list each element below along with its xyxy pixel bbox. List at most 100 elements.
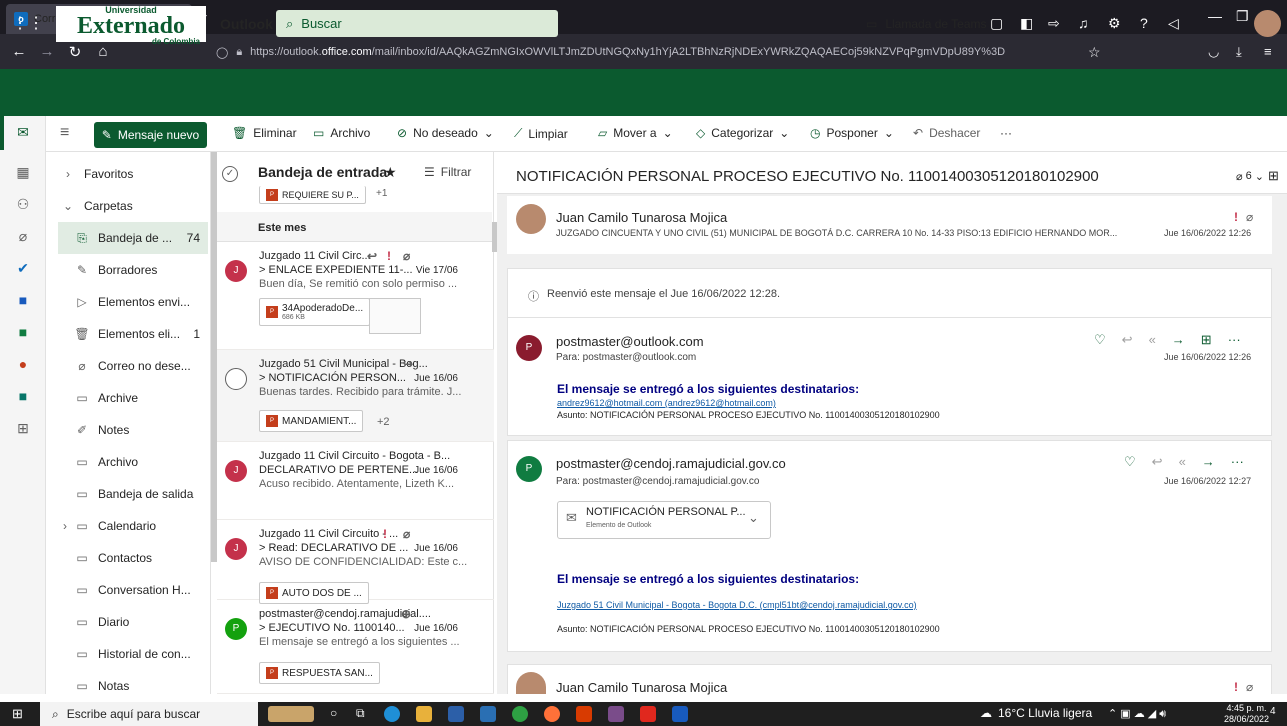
- attachment-thumbnail[interactable]: [369, 298, 421, 334]
- system-tray-icons[interactable]: ⌃ ▣ ☁ ◢ 🔊︎: [1108, 707, 1166, 721]
- folder-item[interactable]: 🗑︎ Elementos eli... 1: [58, 318, 208, 350]
- more-attachments[interactable]: +2: [377, 416, 390, 428]
- like-icon[interactable]: ♡: [1094, 332, 1106, 348]
- office-icon[interactable]: [576, 706, 592, 722]
- folder-item[interactable]: › ▭ Calendario: [58, 510, 208, 542]
- attachment-chip[interactable]: P 34ApoderadoDe... 686 KB: [259, 298, 371, 326]
- recipient-link[interactable]: andrez9612@hotmail.com (andrez9612@hotma…: [557, 398, 776, 408]
- forward-circle-icon[interactable]: ⊕: [401, 607, 411, 621]
- folder-item[interactable]: ▭ Historial de con...: [58, 638, 208, 670]
- undo-button[interactable]: ↶ Deshacer: [913, 126, 980, 140]
- folder-item[interactable]: ▭ Archive: [58, 382, 208, 414]
- reply-all-icon[interactable]: «: [1149, 332, 1156, 348]
- more-apps-icon[interactable]: ⊞: [0, 420, 46, 437]
- url-bar[interactable]: ◯ 🔒︎ https://outlook.office.com/mail/inb…: [216, 40, 1116, 64]
- attachment-chip[interactable]: P MANDAMIENT...: [259, 410, 364, 432]
- my-day-icon[interactable]: ◧: [1020, 15, 1033, 32]
- more-icon[interactable]: ···: [1231, 454, 1244, 470]
- select-radio[interactable]: [225, 368, 247, 390]
- forward-icon[interactable]: →: [36, 43, 58, 60]
- more-attachments[interactable]: +1: [376, 188, 387, 199]
- megaphone-icon[interactable]: ◁: [1168, 15, 1179, 32]
- teams-call-button[interactable]: ▭ Llamada de Teams: [866, 17, 987, 31]
- mail-icon[interactable]: ✉: [0, 124, 46, 141]
- more-actions-button[interactable]: ···: [1000, 126, 1012, 140]
- word-taskbar-icon[interactable]: [672, 706, 688, 722]
- folder-item[interactable]: ▭ Bandeja de salida: [58, 478, 208, 510]
- sweep-button[interactable]: ⟋ Limpiar: [514, 126, 568, 141]
- list-item[interactable]: J Juzgado 11 Civil Circuito - ... > Read…: [217, 520, 494, 604]
- attach-icon[interactable]: ⌀: [0, 228, 46, 245]
- more-icon[interactable]: ···: [1228, 332, 1241, 348]
- notification-badge[interactable]: 4: [1270, 706, 1276, 717]
- chevron-down-icon[interactable]: ⌄: [748, 510, 759, 526]
- folder-item[interactable]: ⎘ Bandeja de ... 74: [58, 222, 208, 254]
- file-explorer-icon[interactable]: [416, 706, 432, 722]
- reply-all-icon[interactable]: «: [1179, 454, 1186, 470]
- feedback-icon[interactable]: ⇨: [1048, 15, 1060, 32]
- junk-button[interactable]: ⊘ No deseado ⌄: [397, 126, 494, 140]
- avatar[interactable]: [1254, 10, 1281, 37]
- app-launcher-icon[interactable]: ⋮⋮: [12, 13, 44, 33]
- taskbar-clock[interactable]: 4:45 p. m. 28/06/2022: [1224, 703, 1269, 725]
- list-item[interactable]: P postmaster@cendoj.ramajudicial.... > E…: [217, 600, 494, 694]
- important-icon[interactable]: !: [387, 249, 391, 263]
- acrobat-icon[interactable]: [640, 706, 656, 722]
- firefox-icon[interactable]: [544, 706, 560, 722]
- attachment-chip[interactable]: P REQUIERE SU P...: [259, 186, 366, 204]
- sway-icon[interactable]: ■: [0, 388, 46, 404]
- move-to-button[interactable]: ▱ Mover a ⌄: [598, 126, 673, 140]
- bell-icon[interactable]: ♫: [1078, 15, 1089, 31]
- favorites-header[interactable]: › Favoritos: [58, 158, 208, 190]
- delete-button[interactable]: 🗑︎ Eliminar: [232, 126, 297, 140]
- store-icon[interactable]: [448, 706, 464, 722]
- reply-icon[interactable]: ↩: [1122, 332, 1133, 348]
- snooze-button[interactable]: ◷ Posponer ⌄: [810, 126, 894, 140]
- chat-icon[interactable]: ▢: [990, 15, 1003, 32]
- excel-icon[interactable]: ■: [0, 324, 46, 340]
- powerpoint-icon[interactable]: ●: [0, 356, 46, 372]
- list-item[interactable]: J Juzgado 11 Civil Circuito - Bogota - B…: [217, 442, 494, 520]
- attachment-chip[interactable]: P RESPUESTA SAN...: [259, 662, 380, 684]
- todo-icon[interactable]: ✔: [0, 260, 46, 277]
- app-name[interactable]: Outlook: [220, 16, 273, 32]
- cortana-icon[interactable]: ○: [330, 706, 337, 720]
- attach-icon[interactable]: ⌀: [403, 249, 410, 263]
- important-icon[interactable]: !: [383, 527, 387, 541]
- favorite-star-icon[interactable]: ★: [384, 164, 397, 181]
- folder-item[interactable]: ▭ Contactos: [58, 542, 208, 574]
- app-icon[interactable]: [608, 706, 624, 722]
- thread-count[interactable]: ⌀ 6 ⌄: [1236, 170, 1264, 183]
- mail-app-icon[interactable]: [480, 706, 496, 722]
- chrome-icon[interactable]: [512, 706, 528, 722]
- help-icon[interactable]: ?: [1140, 15, 1148, 31]
- folder-item[interactable]: ⌀ Correo no dese...: [58, 350, 208, 382]
- new-mail-button[interactable]: ✎ Mensaje nuevo: [94, 122, 207, 148]
- filter-button[interactable]: ☰ Filtrar: [424, 165, 471, 179]
- pocket-icon[interactable]: ◡: [1208, 44, 1219, 60]
- folder-item[interactable]: ▭ Archivo: [58, 446, 208, 478]
- reply-icon[interactable]: ↩: [367, 249, 377, 263]
- list-item[interactable]: J Juzgado 11 Civil Circ... > ENLACE EXPE…: [217, 242, 494, 350]
- forward-icon[interactable]: →: [1202, 454, 1215, 470]
- like-icon[interactable]: ♡: [1124, 454, 1136, 470]
- minimize-icon[interactable]: —: [1208, 8, 1222, 24]
- weather-widget[interactable]: ☁ 16°C Lluvia ligera: [980, 706, 1092, 720]
- list-item[interactable]: Juzgado 51 Civil Municipal - Bog... > NO…: [217, 350, 494, 442]
- folder-item[interactable]: ▭ Conversation H...: [58, 574, 208, 606]
- calendar-icon[interactable]: ▦: [0, 164, 46, 181]
- search-highlight-icon[interactable]: [268, 706, 314, 722]
- download-icon[interactable]: ⤓: [1236, 44, 1242, 60]
- reply-icon[interactable]: ↩: [1152, 454, 1163, 470]
- people-icon[interactable]: ⚇: [0, 196, 46, 213]
- folders-header[interactable]: ⌄ Carpetas: [58, 190, 208, 222]
- folder-item[interactable]: ▭ Notas: [58, 670, 208, 702]
- folder-item[interactable]: ✐ Notes: [58, 414, 208, 446]
- hamburger-icon[interactable]: ≡: [60, 124, 69, 142]
- folder-item[interactable]: ▭ Diario: [58, 606, 208, 638]
- select-all-check-icon[interactable]: ✓: [222, 166, 238, 182]
- menu-icon[interactable]: ≡: [1264, 44, 1272, 59]
- taskbar-search[interactable]: ⌕ Escribe aquí para buscar: [40, 702, 258, 726]
- message-collapsed[interactable]: [507, 196, 1272, 254]
- forward-icon[interactable]: →: [1172, 332, 1185, 348]
